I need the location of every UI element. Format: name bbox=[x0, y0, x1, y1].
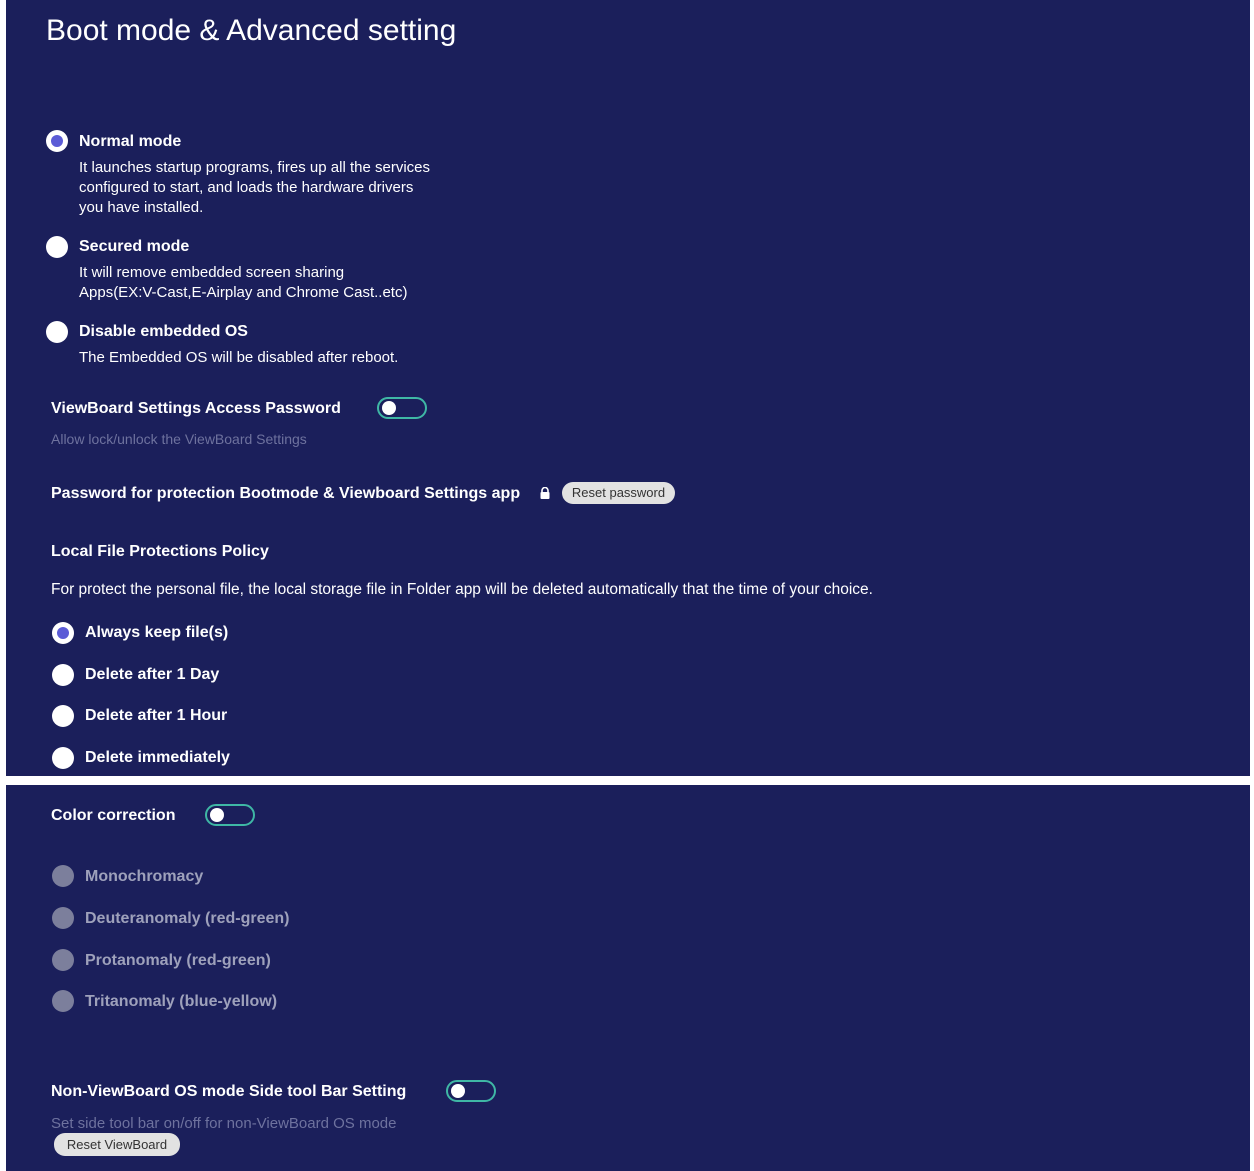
delete-1-day-label: Delete after 1 Day bbox=[85, 666, 220, 683]
disable-os-description: The Embedded OS will be disabled after r… bbox=[79, 349, 399, 366]
access-password-subtitle: Allow lock/unlock the ViewBoard Settings bbox=[51, 431, 307, 447]
boot-settings-panel: Boot mode & Advanced setting Normal mode… bbox=[6, 0, 1250, 776]
side-toolbar-toggle[interactable] bbox=[446, 1080, 496, 1102]
side-toolbar-label: Non-ViewBoard OS mode Side tool Bar Sett… bbox=[51, 1083, 407, 1100]
toggle-knob bbox=[451, 1084, 465, 1098]
protanomaly-label: Protanomaly (red-green) bbox=[85, 952, 271, 969]
file-policy-description: For protect the personal file, the local… bbox=[51, 581, 873, 598]
disable-os-label: Disable embedded OS bbox=[79, 323, 248, 340]
radio-deuteranomaly[interactable] bbox=[52, 907, 74, 929]
radio-disable-embedded-os[interactable] bbox=[46, 321, 68, 343]
toggle-knob bbox=[210, 808, 224, 822]
color-correction-label: Color correction bbox=[51, 807, 176, 824]
access-password-toggle[interactable] bbox=[377, 397, 427, 419]
normal-mode-label: Normal mode bbox=[79, 133, 182, 150]
radio-delete-1-day[interactable] bbox=[52, 664, 74, 686]
radio-always-keep[interactable] bbox=[52, 622, 74, 644]
radio-delete-immediately[interactable] bbox=[52, 747, 74, 769]
delete-immediately-label: Delete immediately bbox=[85, 749, 230, 766]
delete-1-hour-label: Delete after 1 Hour bbox=[85, 707, 228, 724]
radio-delete-1-hour[interactable] bbox=[52, 705, 74, 727]
secured-mode-description: It will remove embedded screen sharing A… bbox=[79, 264, 408, 301]
access-password-label: ViewBoard Settings Access Password bbox=[51, 400, 341, 417]
lock-icon bbox=[540, 487, 550, 499]
reset-viewboard-button[interactable]: Reset ViewBoard bbox=[54, 1133, 180, 1156]
color-correction-toggle[interactable] bbox=[205, 804, 255, 826]
tritanomaly-label: Tritanomaly (blue-yellow) bbox=[85, 993, 278, 1010]
toggle-knob bbox=[382, 401, 396, 415]
radio-secured-mode[interactable] bbox=[46, 236, 68, 258]
file-policy-heading: Local File Protections Policy bbox=[51, 543, 269, 560]
page-title: Boot mode & Advanced setting bbox=[46, 14, 457, 47]
radio-normal-mode[interactable] bbox=[46, 130, 68, 152]
monochromacy-label: Monochromacy bbox=[85, 868, 204, 885]
color-settings-panel: Color correction Monochromacy Deuteranom… bbox=[6, 785, 1250, 1171]
protection-password-label: Password for protection Bootmode & Viewb… bbox=[51, 485, 521, 502]
always-keep-label: Always keep file(s) bbox=[85, 624, 229, 641]
deuteranomaly-label: Deuteranomaly (red-green) bbox=[85, 910, 290, 927]
normal-mode-description: It launches startup programs, fires up a… bbox=[79, 159, 430, 216]
radio-tritanomaly[interactable] bbox=[52, 990, 74, 1012]
side-toolbar-subtitle: Set side tool bar on/off for non-ViewBoa… bbox=[51, 1115, 397, 1132]
radio-monochromacy[interactable] bbox=[52, 865, 74, 887]
reset-password-button[interactable]: Reset password bbox=[562, 482, 675, 504]
secured-mode-label: Secured mode bbox=[79, 238, 190, 255]
radio-protanomaly[interactable] bbox=[52, 949, 74, 971]
